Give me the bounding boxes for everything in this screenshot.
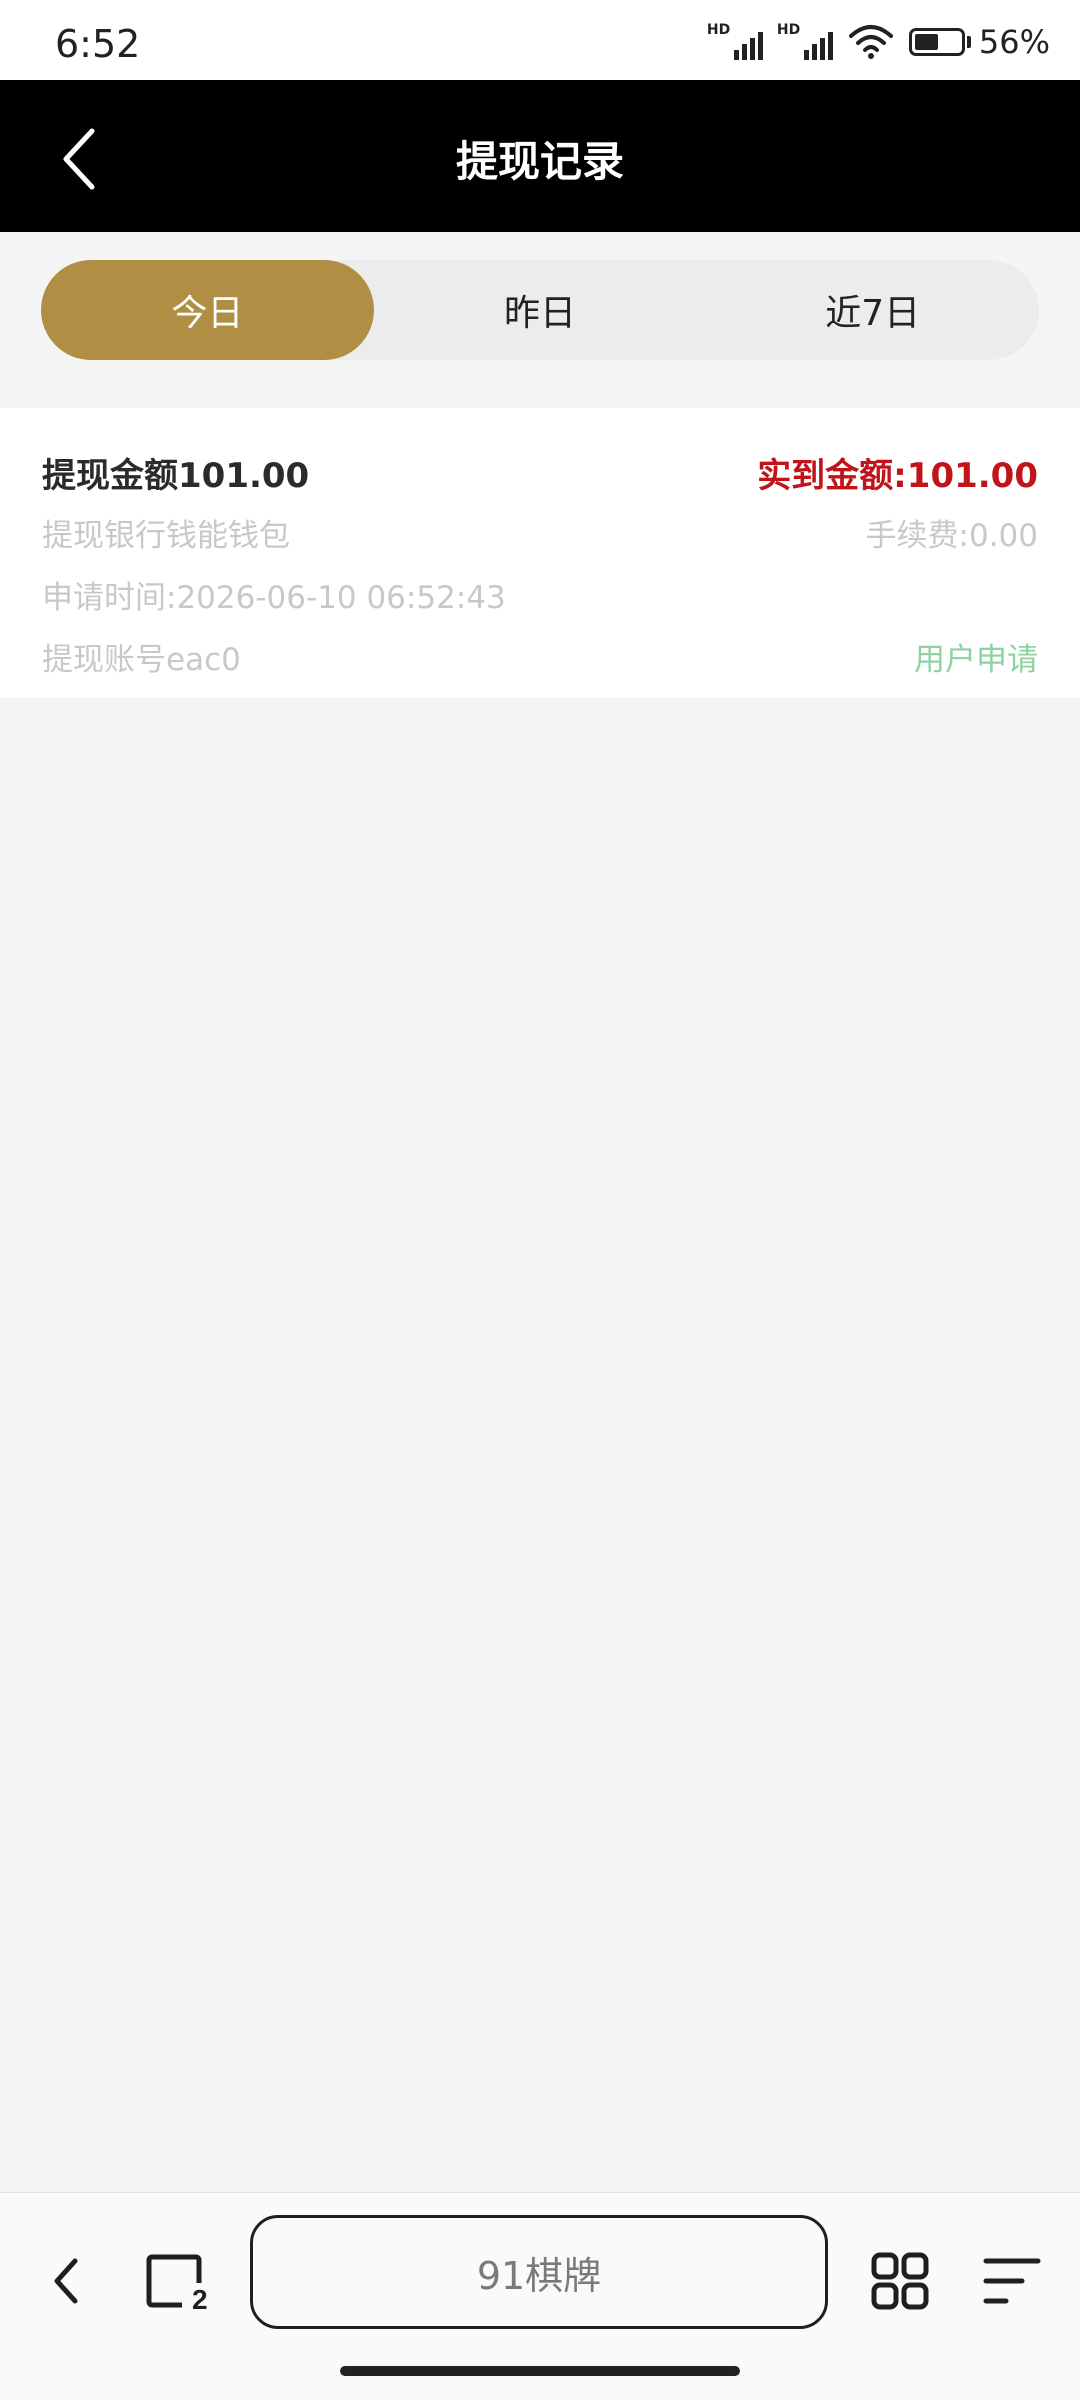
tab-yesterday[interactable]: 昨日 xyxy=(374,260,707,360)
withdrawal-amount: 提现金额101.00 xyxy=(42,456,310,496)
withdrawal-record[interactable]: 提现金额101.00 实到金额:101.00 提现银行钱能钱包 手续费:0.00… xyxy=(0,408,1080,698)
chevron-left-icon xyxy=(54,2258,78,2304)
menu-icon xyxy=(983,2258,1041,2304)
status-time: 6:52 xyxy=(55,22,141,66)
status-icons: HD HD 56% xyxy=(707,20,1050,64)
main-content: 今日 昨日 近7日 提现金额101.00 实到金额:101.00 提现银行钱能钱… xyxy=(0,232,1080,2192)
tab-today[interactable]: 今日 xyxy=(41,260,374,360)
tabs-icon: 2 xyxy=(146,2254,208,2313)
menu-button[interactable] xyxy=(972,2241,1052,2321)
signal-icon: HD xyxy=(707,22,763,62)
apps-button[interactable] xyxy=(860,2241,940,2321)
status-bar: 6:52 HD HD 56% xyxy=(0,0,1080,80)
app-header: 提现记录 xyxy=(0,80,1080,232)
hd-label: HD xyxy=(776,22,801,38)
wifi-icon xyxy=(848,25,893,59)
browser-back-button[interactable] xyxy=(26,2241,106,2321)
service-fee: 手续费:0.00 xyxy=(865,518,1038,554)
tabs-button[interactable]: 2 xyxy=(136,2241,216,2321)
apply-time: 申请时间:2026-06-10 06:52:43 xyxy=(42,580,506,616)
withdrawal-account: 提现账号eac0 xyxy=(42,642,241,678)
address-bar[interactable]: 91棋牌 xyxy=(250,2215,828,2329)
date-filter-tabs: 今日 昨日 近7日 xyxy=(41,260,1039,360)
hd-label: HD xyxy=(706,22,731,38)
signal-icon: HD xyxy=(777,22,833,62)
tab-last-7-days[interactable]: 近7日 xyxy=(706,260,1039,360)
tab-count: 2 xyxy=(192,2284,208,2313)
battery-percent: 56% xyxy=(978,23,1050,61)
page-title: 提现记录 xyxy=(455,137,624,186)
grid-icon xyxy=(871,2252,929,2310)
actual-amount: 实到金额:101.00 xyxy=(757,456,1038,496)
battery-icon: 56% xyxy=(908,23,1050,61)
home-indicator[interactable] xyxy=(340,2366,740,2376)
status-badge: 用户申请 xyxy=(914,642,1038,678)
withdrawal-bank: 提现银行钱能钱包 xyxy=(42,518,290,554)
